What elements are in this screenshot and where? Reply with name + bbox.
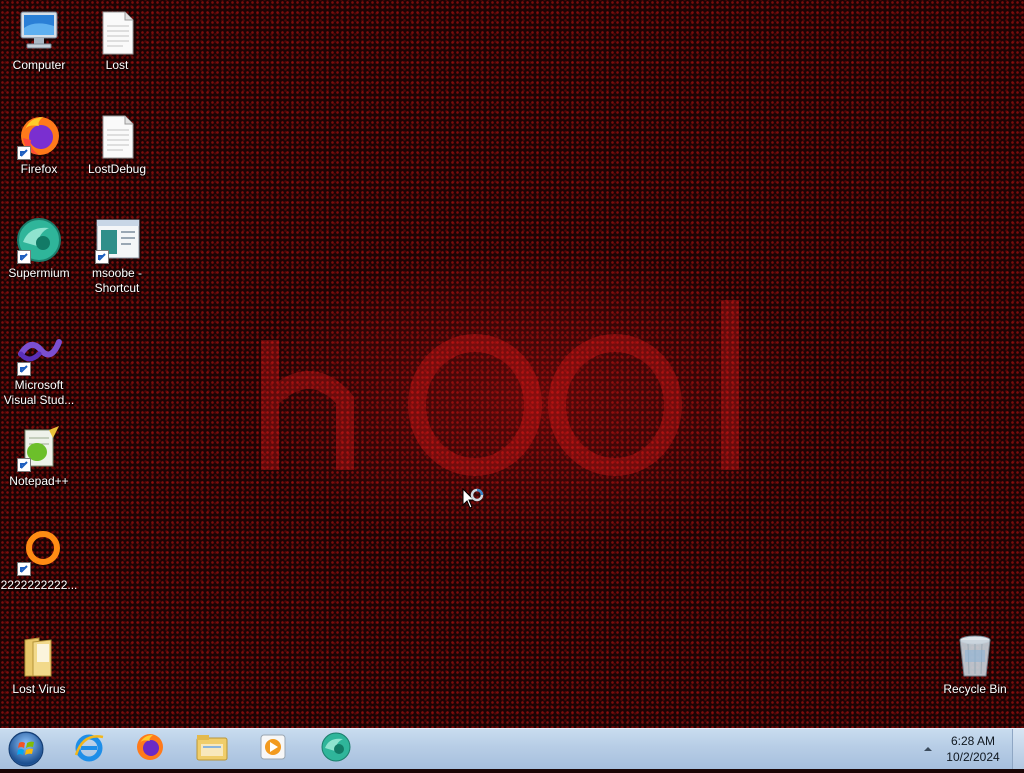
- desktop-icon-computer[interactable]: Computer: [0, 8, 78, 73]
- desktop-icon-label: Supermium: [8, 266, 70, 280]
- desktop-icon-label: Lost Virus: [12, 682, 66, 696]
- desktop-icon-supermium[interactable]: Supermium: [0, 216, 78, 281]
- msoobe-app-icon: [93, 216, 141, 264]
- desktop[interactable]: Computer Firefox Supermium Microsoft Vis…: [0, 0, 1024, 728]
- supermium-icon: [320, 731, 352, 768]
- orange-ring-icon: [15, 528, 63, 576]
- visual-studio-icon: [15, 328, 63, 376]
- show-desktop-button[interactable]: [1012, 729, 1024, 769]
- shortcut-arrow-icon: [17, 362, 31, 376]
- file-explorer-icon: [195, 732, 229, 767]
- desktop-icon-label: msoobe - Shortcut: [91, 266, 143, 295]
- folder-icon: [15, 632, 63, 680]
- taskbar: 6:28 AM 10/2/2024: [0, 728, 1024, 769]
- desktop-icon-label: Notepad++: [9, 474, 69, 488]
- desktop-icon-2222222222[interactable]: 2222222222...: [0, 528, 78, 593]
- desktop-icon-label: LostDebug: [87, 162, 147, 176]
- desktop-icon-label: 2222222222...: [0, 578, 78, 592]
- clock[interactable]: 6:28 AM 10/2/2024: [940, 733, 1006, 765]
- recycle-bin-icon: [951, 632, 999, 680]
- desktop-icon-notepadpp[interactable]: Notepad++: [0, 424, 78, 489]
- shortcut-arrow-icon: [17, 458, 31, 472]
- desktop-icon-label: Computer: [12, 58, 66, 72]
- desktop-icon-lost-virus[interactable]: Lost Virus: [0, 632, 78, 697]
- notepadpp-icon: [15, 424, 63, 472]
- text-document-icon: [93, 112, 141, 160]
- taskbar-firefox[interactable]: [123, 731, 177, 767]
- media-player-icon: [258, 732, 288, 767]
- desktop-icon-label: Lost: [105, 58, 129, 72]
- desktop-icon-firefox[interactable]: Firefox: [0, 112, 78, 177]
- taskbar-media-player[interactable]: [246, 731, 300, 767]
- supermium-icon: [15, 216, 63, 264]
- busy-cursor-icon: [462, 487, 490, 521]
- taskbar-supermium[interactable]: [309, 731, 363, 767]
- firefox-icon: [15, 112, 63, 160]
- firefox-icon: [134, 731, 166, 768]
- internet-explorer-icon: [73, 731, 105, 768]
- computer-icon: [15, 8, 63, 56]
- shortcut-arrow-icon: [17, 562, 31, 576]
- desktop-icon-visual-studio[interactable]: Microsoft Visual Stud...: [0, 328, 78, 408]
- show-hidden-icons-button[interactable]: [922, 742, 934, 754]
- start-orb-icon[interactable]: [6, 730, 46, 768]
- desktop-icon-label: Firefox: [20, 162, 58, 176]
- shortcut-arrow-icon: [95, 250, 109, 264]
- clock-time: 6:28 AM: [950, 734, 996, 748]
- clock-date: 10/2/2024: [946, 750, 1000, 764]
- desktop-icon-msoobe-shortcut[interactable]: msoobe - Shortcut: [78, 216, 156, 296]
- desktop-icon-recycle-bin[interactable]: Recycle Bin: [936, 632, 1014, 697]
- desktop-icon-lost[interactable]: Lost: [78, 8, 156, 73]
- taskbar-internet-explorer[interactable]: [62, 731, 116, 767]
- desktop-icon-label: Microsoft Visual Stud...: [3, 378, 75, 407]
- desktop-icon-lostdebug[interactable]: LostDebug: [78, 112, 156, 177]
- desktop-icon-label: Recycle Bin: [943, 682, 1007, 696]
- shortcut-arrow-icon: [17, 250, 31, 264]
- shortcut-arrow-icon: [17, 146, 31, 160]
- text-document-icon: [93, 8, 141, 56]
- taskbar-file-explorer[interactable]: [185, 731, 239, 767]
- wallpaper-pattern: [261, 300, 739, 476]
